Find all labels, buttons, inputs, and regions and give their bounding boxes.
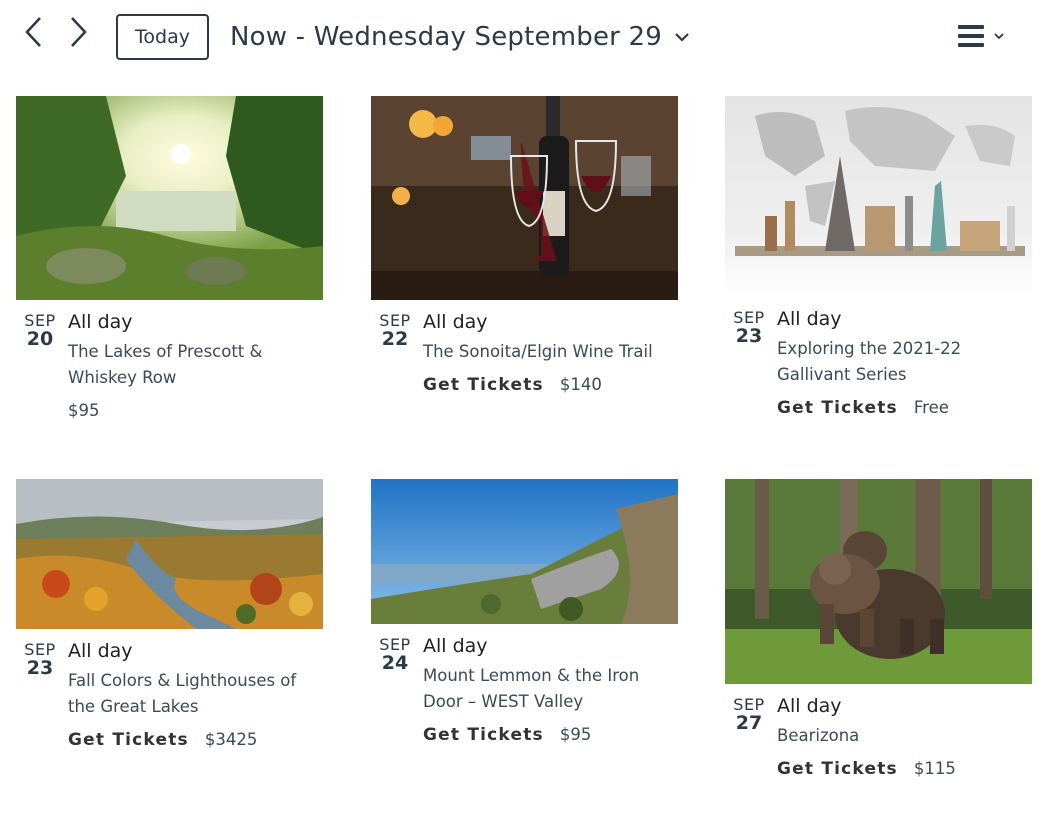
event-title[interactable]: Exploring the 2021-22 Gallivant Series (777, 336, 1027, 388)
get-tickets-link[interactable]: Get Tickets (68, 730, 189, 750)
event-price: $95 (68, 401, 100, 420)
event-title[interactable]: The Lakes of Prescott & Whiskey Row (68, 339, 318, 391)
date-range-picker[interactable]: Now - Wednesday September 29 (230, 18, 692, 56)
event-price: $95 (559, 725, 592, 744)
chevron-down-icon (994, 33, 1004, 40)
today-button[interactable]: Today (116, 14, 209, 60)
list-view-icon (958, 25, 984, 47)
chevron-left-icon (25, 17, 41, 47)
event-price: Free (913, 398, 949, 417)
event-title[interactable]: The Sonoita/Elgin Wine Trail (423, 339, 673, 365)
event-day: 27 (735, 712, 763, 734)
event-time: All day (777, 695, 842, 717)
event-time: All day (68, 640, 133, 662)
bears-forest-photo[interactable] (725, 479, 1032, 684)
event-date: SEP 23 (20, 641, 60, 679)
event-date: SEP 24 (375, 636, 415, 674)
event-time: All day (423, 635, 488, 657)
event-time: All day (423, 311, 488, 333)
event-day: 20 (26, 328, 54, 350)
event-title[interactable]: Bearizona (777, 723, 1027, 749)
get-tickets-link[interactable]: Get Tickets (423, 725, 544, 745)
event-price: $140 (559, 375, 602, 394)
event-date: SEP 22 (375, 312, 415, 350)
event-day: 23 (26, 657, 54, 679)
chevron-down-icon (675, 33, 689, 42)
event-day: 22 (381, 328, 409, 350)
event-day: 23 (735, 325, 763, 347)
event-title[interactable]: Fall Colors & Lighthouses of the Great L… (68, 668, 318, 720)
lake-forest-photo[interactable] (16, 96, 323, 300)
wine-bottle-glasses-photo[interactable] (371, 96, 678, 300)
event-title[interactable]: Mount Lemmon & the Iron Door – WEST Vall… (423, 663, 673, 715)
event-date: SEP 23 (729, 309, 769, 347)
event-time: All day (777, 308, 842, 330)
date-range-title: Now - Wednesday September 29 (230, 22, 662, 52)
event-time: All day (68, 311, 133, 333)
get-tickets-link[interactable]: Get Tickets (423, 375, 544, 395)
event-date: SEP 27 (729, 696, 769, 734)
event-price: $115 (913, 759, 956, 778)
world-landmarks-map-photo[interactable] (725, 96, 1032, 294)
view-selector-button[interactable] (958, 20, 1006, 52)
event-price: $3425 (204, 730, 258, 749)
chevron-right-icon (71, 17, 87, 47)
event-day: 24 (381, 652, 409, 674)
autumn-valley-photo[interactable] (16, 479, 323, 629)
mountain-road-photo[interactable] (371, 479, 678, 624)
prev-button[interactable] (20, 14, 48, 50)
get-tickets-link[interactable]: Get Tickets (777, 759, 898, 779)
get-tickets-link[interactable]: Get Tickets (777, 398, 898, 418)
next-button[interactable] (64, 14, 92, 50)
event-date: SEP 20 (20, 312, 60, 350)
